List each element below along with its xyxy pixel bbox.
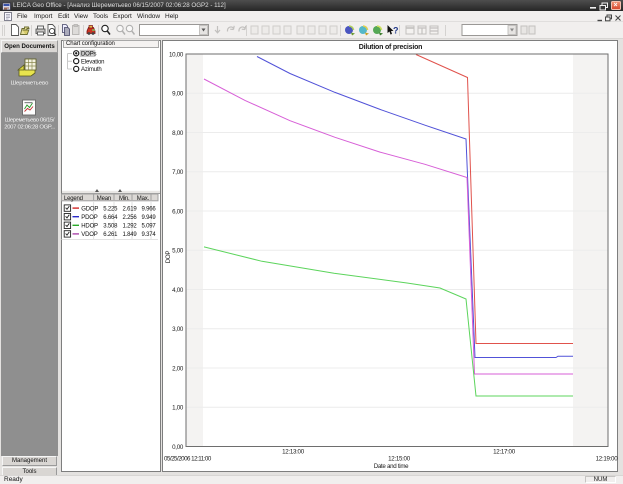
svg-text:10,00: 10,00 xyxy=(169,51,184,58)
svg-text:12:15:00: 12:15:00 xyxy=(388,456,411,463)
svg-text:Legend: Legend xyxy=(64,196,83,202)
svg-text:Mean: Mean xyxy=(97,196,111,202)
svg-text:Max.: Max. xyxy=(137,196,150,202)
svg-text:6.261: 6.261 xyxy=(103,232,118,238)
svg-text:HDOP: HDOP xyxy=(81,224,98,230)
svg-text:PDOP: PDOP xyxy=(81,215,97,221)
svg-text:1.292: 1.292 xyxy=(122,224,137,230)
svg-text:5.225: 5.225 xyxy=(103,206,118,212)
svg-text:7,00: 7,00 xyxy=(172,169,184,176)
svg-text:3,00: 3,00 xyxy=(172,326,184,333)
svg-text:Date and time: Date and time xyxy=(374,463,409,470)
svg-text:GDOP: GDOP xyxy=(81,206,98,212)
svg-text:2.256: 2.256 xyxy=(122,215,137,221)
svg-text:DOPs: DOPs xyxy=(81,52,97,58)
svg-text:Azimuth: Azimuth xyxy=(81,67,102,73)
svg-text:Шереметьево: Шереметьево xyxy=(11,81,49,87)
svg-text:Dilution of precision: Dilution of precision xyxy=(359,44,422,51)
svg-text:3.508: 3.508 xyxy=(103,224,118,230)
svg-text:0,00: 0,00 xyxy=(172,444,184,451)
svg-text:9,00: 9,00 xyxy=(172,91,184,98)
svg-text:1.849: 1.849 xyxy=(122,232,137,238)
svg-text:05/25/2006 12:11:00: 05/25/2006 12:11:00 xyxy=(164,456,212,463)
svg-text:9.949: 9.949 xyxy=(141,215,156,221)
svg-text:9.966: 9.966 xyxy=(141,206,156,212)
svg-text:Min.: Min. xyxy=(119,196,130,202)
svg-text:12:17:00: 12:17:00 xyxy=(493,449,516,456)
svg-text:1,00: 1,00 xyxy=(172,405,184,412)
svg-text:?: ? xyxy=(393,26,399,36)
svg-text:Elevation: Elevation xyxy=(81,59,104,65)
svg-text:5,00: 5,00 xyxy=(172,248,184,255)
svg-text:9.374: 9.374 xyxy=(141,232,156,238)
svg-text:4,00: 4,00 xyxy=(172,287,184,294)
svg-text:12:19:00: 12:19:00 xyxy=(596,456,619,463)
svg-text:6.664: 6.664 xyxy=(103,215,118,221)
svg-text:VDOP: VDOP xyxy=(81,232,97,238)
svg-text:DOP: DOP xyxy=(165,251,172,264)
svg-text:2.619: 2.619 xyxy=(122,206,137,212)
svg-text:12:13:00: 12:13:00 xyxy=(282,449,305,456)
svg-text:Шереметьево 06/15/: Шереметьево 06/15/ xyxy=(5,118,55,124)
svg-text:5.097: 5.097 xyxy=(141,224,156,230)
svg-text:6,00: 6,00 xyxy=(172,208,184,215)
svg-text:8,00: 8,00 xyxy=(172,130,184,137)
svg-text:2007 02:06:28 OGP...: 2007 02:06:28 OGP... xyxy=(4,125,55,131)
svg-text:2,00: 2,00 xyxy=(172,365,184,372)
